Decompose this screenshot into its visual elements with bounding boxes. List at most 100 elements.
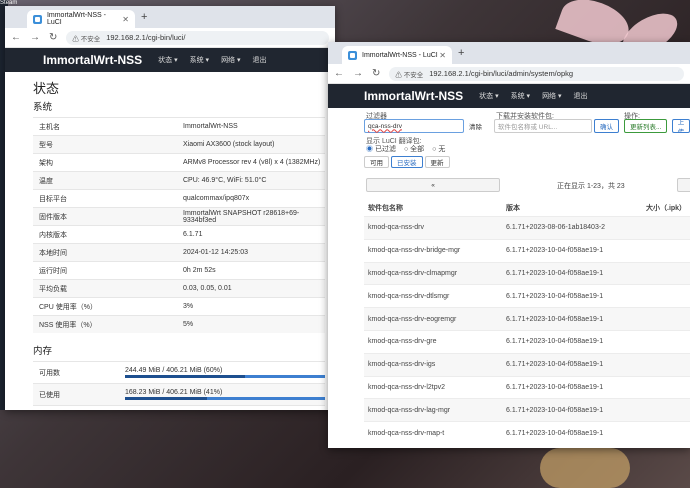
- package-row[interactable]: kmod-qca-nss-drv-clmapmgr 6.1.71+2023-10-…: [364, 261, 690, 285]
- row-label: 运行时间: [39, 267, 67, 275]
- memory-bar-fill: [125, 397, 207, 400]
- package-name: kmod-qca-nss-drv-map-t: [368, 429, 445, 437]
- package-row[interactable]: kmod-qca-nss-drv-lag-mgr 6.1.71+2023-10-0…: [364, 398, 690, 422]
- package-name: kmod-qca-nss-drv-igs: [368, 361, 436, 369]
- package-size: -: [670, 270, 690, 277]
- update-list-button[interactable]: 更新列表...: [624, 119, 668, 133]
- package-row[interactable]: kmod-qca-nss-drv-igs 6.1.71+2023-10-04-f0…: [364, 352, 690, 376]
- package-size: -: [670, 247, 690, 254]
- menu-system[interactable]: 系统 ▾: [190, 55, 209, 65]
- clear-button[interactable]: 清除: [464, 119, 487, 133]
- luci-favicon-icon: [348, 50, 357, 60]
- tab-updates[interactable]: 更新: [424, 156, 450, 168]
- address-bar: ← → ↻ ⚠ 不安全 192.168.2.1/cgi-bin/luci/adm…: [328, 64, 690, 84]
- memory-row: 可用数 244.49 MiB / 406.21 MiB (60%): [33, 361, 325, 383]
- close-tab-icon[interactable]: ✕: [122, 15, 129, 24]
- menu-logout[interactable]: 退出: [253, 55, 267, 65]
- url-text: 192.168.2.1/cgi-bin/luci/: [106, 33, 186, 42]
- new-tab-icon[interactable]: +: [458, 47, 464, 59]
- radio-filtered[interactable]: ◉ 已过滤: [366, 144, 396, 154]
- row-value: qualcommax/ipq807x: [183, 195, 250, 202]
- back-icon[interactable]: ←: [334, 68, 344, 79]
- url-field[interactable]: ⚠ 不安全 192.168.2.1/cgi-bin/luci/: [66, 30, 329, 45]
- section-system-title: 系统: [33, 102, 53, 113]
- package-name: kmod-qca-nss-drv-gre: [368, 338, 437, 346]
- reload-icon[interactable]: ↻: [372, 68, 380, 79]
- menu-status[interactable]: 状态 ▾: [479, 91, 498, 101]
- menu-network[interactable]: 网络 ▾: [221, 55, 240, 65]
- package-version: 6.1.71+2023-10-04-f058ae19-1: [506, 361, 604, 369]
- memory-row: 已缓存46.23 MiB / 406.21 MiB (11%): [33, 405, 325, 410]
- browser-tab[interactable]: ImmortalWrt-NSS - LuCI ✕: [27, 10, 135, 28]
- menu-network[interactable]: 网络 ▾: [542, 91, 561, 101]
- pager-prev-button[interactable]: «: [366, 178, 500, 192]
- col-version-header: 版本: [506, 205, 520, 212]
- row-value: ImmortalWrt SNAPSHOT r28618+69-9334bf3ed: [183, 209, 300, 224]
- system-info-row: CPU 使用率（%） 3%: [33, 297, 325, 315]
- filter-input[interactable]: qca-nss-drv: [364, 119, 464, 133]
- package-name: kmod-qca-nss-drv: [368, 224, 425, 232]
- menu-logout[interactable]: 退出: [574, 91, 588, 101]
- package-row[interactable]: kmod-qca-nss-drv-l2tpv2 6.1.71+2023-10-04…: [364, 375, 690, 399]
- tab-installed[interactable]: 已安装: [391, 156, 423, 168]
- col-size-header: 大小（.ipk）: [646, 205, 687, 212]
- luci-brand[interactable]: ImmortalWrt-NSS: [43, 53, 142, 67]
- browser-window-status: ImmortalWrt-NSS - LuCI ✕ + — ▢ ✕ ← → ↻ ⚠…: [5, 6, 335, 410]
- upload-button[interactable]: 上传: [672, 119, 690, 133]
- row-label: 目标平台: [39, 195, 67, 203]
- package-table-header: 软件包名称 版本 大小（.ipk）: [364, 200, 690, 216]
- package-row[interactable]: kmod-qca-nss-drv-bridge-mgr 6.1.71+2023-1…: [364, 238, 690, 262]
- luci-favicon-icon: [33, 14, 42, 24]
- pager-next-button[interactable]: [677, 178, 690, 192]
- luci-brand[interactable]: ImmortalWrt-NSS: [364, 89, 463, 103]
- forward-icon[interactable]: →: [30, 32, 40, 43]
- new-tab-icon[interactable]: +: [141, 11, 147, 23]
- package-row[interactable]: kmod-qca-nss-drv 6.1.71+2023-08-06-1ab184…: [364, 216, 690, 239]
- row-label: 平均负载: [39, 285, 67, 293]
- system-info-row: 本地时间 2024-01-12 14:25:03: [33, 243, 325, 261]
- menu-system[interactable]: 系统 ▾: [511, 91, 530, 101]
- page-title: 状态: [33, 81, 60, 96]
- system-info-row: 目标平台 qualcommax/ipq807x: [33, 189, 325, 207]
- status-content: 状态 系统 主机名 ImmortalWrt-NSS 型号 Xiaomi AX3600 …: [5, 78, 335, 410]
- url-field[interactable]: ⚠ 不安全 192.168.2.1/cgi-bin/luci/admin/sys…: [389, 66, 684, 81]
- reload-icon[interactable]: ↻: [49, 32, 57, 43]
- package-row[interactable]: kmod-qca-nss-drv-eogremgr 6.1.71+2023-10-…: [364, 307, 690, 330]
- system-table: 主机名 ImmortalWrt-NSS 型号 Xiaomi AX3600 (stock…: [33, 117, 325, 333]
- row-label: CPU 使用率（%）: [39, 303, 97, 311]
- download-input[interactable]: 软件包名称或 URL...: [494, 119, 592, 133]
- memory-bar-text: 244.49 MiB / 406.21 MiB (60%): [125, 367, 223, 374]
- row-label: 固件版本: [39, 213, 67, 221]
- row-value: 0.03, 0.05, 0.01: [183, 285, 232, 292]
- package-name: kmod-qca-nss-drv-lag-mgr: [368, 406, 451, 414]
- browser-tab[interactable]: ImmortalWrt-NSS - LuCI ✕: [342, 46, 452, 64]
- package-version: 6.1.71+2023-10-04-f058ae19-1: [506, 338, 604, 346]
- system-info-row: 运行时间 0h 2m 52s: [33, 261, 325, 279]
- memory-progress-bar: 244.49 MiB / 406.21 MiB (60%): [125, 367, 325, 378]
- col-name-header: 软件包名称: [368, 205, 403, 212]
- row-value: 5%: [183, 321, 194, 328]
- tab-available[interactable]: 可用: [364, 156, 389, 168]
- close-tab-icon[interactable]: ✕: [439, 51, 446, 60]
- radio-none[interactable]: ○ 无: [432, 144, 445, 154]
- row-label: 架构: [39, 159, 53, 167]
- package-row[interactable]: kmod-qca-nss-drv-map-t 6.1.71+2023-10-04-…: [364, 421, 690, 444]
- menu-status[interactable]: 状态 ▾: [158, 55, 177, 65]
- system-info-row: 温度 CPU: 46.9°C, WiFi: 51.0°C: [33, 171, 325, 189]
- package-size: -: [670, 407, 690, 414]
- system-info-row: NSS 使用率（%） 5%: [33, 315, 325, 333]
- package-row[interactable]: kmod-qca-nss-drv-gre 6.1.71+2023-10-04-f0…: [364, 329, 690, 353]
- package-row[interactable]: kmod-qca-nss-drv-dtlsmgr 6.1.71+2023-10-0…: [364, 284, 690, 307]
- insecure-badge[interactable]: ⚠ 不安全: [72, 33, 100, 43]
- background-lantern: [540, 448, 630, 488]
- row-value: Xiaomi AX3600 (stock layout): [183, 141, 275, 148]
- radio-all[interactable]: ○ 全部: [404, 144, 424, 154]
- package-name: kmod-qca-nss-drv-l2tpv2: [368, 383, 446, 391]
- back-icon[interactable]: ←: [11, 32, 21, 43]
- confirm-button[interactable]: 确认: [594, 119, 619, 133]
- package-version: 6.1.71+2023-10-04-f058ae19-1: [506, 269, 604, 277]
- package-version: 6.1.71+2023-08-06-1ab18403-2: [506, 224, 606, 232]
- row-label: 可用数: [39, 369, 60, 377]
- forward-icon[interactable]: →: [353, 68, 363, 79]
- insecure-badge[interactable]: ⚠ 不安全: [395, 69, 423, 79]
